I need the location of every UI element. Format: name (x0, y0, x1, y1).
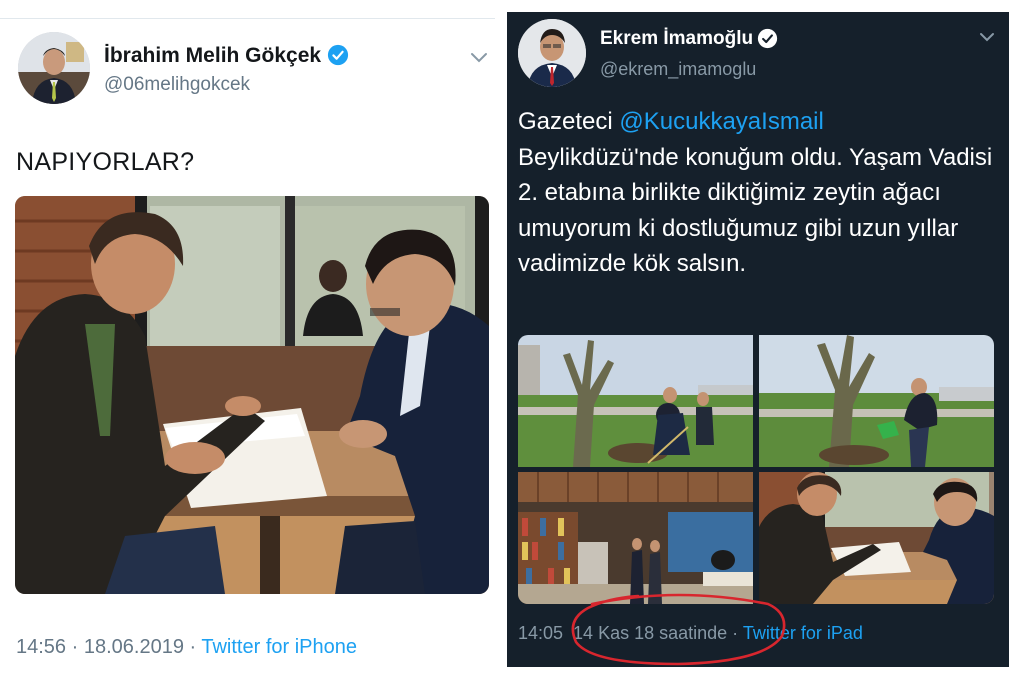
right-tweet-card: Ekrem İmamoğlu @ekrem_imamoglu Gazeteci … (507, 12, 1009, 667)
tweet-source-link[interactable]: Twitter for iPhone (201, 636, 357, 658)
chevron-down-icon[interactable] (470, 52, 488, 64)
mention-link[interactable]: @KucukkayaIsmail (619, 108, 823, 135)
tweet-date[interactable]: 14 Kas 18 saatinde (573, 623, 727, 643)
tweet-text-body: Beylikdüzü'nde konuğum oldu. Yaşam Vadis… (518, 143, 993, 278)
handle[interactable]: @06melihgokcek (104, 74, 250, 96)
tweet-text-prefix: Gazeteci (518, 108, 620, 135)
verified-badge-icon (757, 28, 778, 49)
tweet-time[interactable]: 14:05 (518, 623, 563, 643)
tweet-photo[interactable] (518, 472, 753, 604)
tweet-photo[interactable] (15, 196, 489, 594)
tweet-text: NAPIYORLAR? (16, 148, 195, 176)
meta-separator: · (66, 636, 84, 658)
chevron-down-icon[interactable] (979, 32, 995, 43)
divider (0, 18, 495, 19)
avatar[interactable] (518, 19, 586, 87)
meta-separator: · (727, 623, 743, 643)
meta-separator: · (183, 636, 202, 658)
tweet-photo[interactable] (518, 335, 753, 467)
tweet-meta: 14:56 · 18.06.2019 · Twitter for iPhone (16, 636, 357, 659)
tweet-text: Gazeteci @KucukkayaIsmail Beylikdüzü'nde … (518, 104, 998, 282)
tweet-meta: 14:05 14 Kas 18 saatinde · Twitter for iP… (518, 623, 863, 644)
avatar[interactable] (18, 32, 90, 104)
left-tweet-card: İbrahim Melih Gökçek @06melihgokcek NAPI… (0, 0, 495, 674)
display-name[interactable]: İbrahim Melih Gökçek (104, 44, 321, 68)
tweet-photo[interactable] (759, 472, 994, 604)
tweet-source-link[interactable]: Twitter for iPad (743, 623, 863, 643)
handle[interactable]: @ekrem_imamoglu (600, 59, 756, 80)
tweet-photo-grid (518, 335, 994, 604)
display-name[interactable]: Ekrem İmamoğlu (600, 28, 753, 50)
verified-badge-icon (327, 44, 349, 66)
tweet-time[interactable]: 14:56 (16, 636, 66, 658)
tweet-photo[interactable] (759, 335, 994, 467)
tweet-date[interactable]: 18.06.2019 (84, 636, 184, 658)
